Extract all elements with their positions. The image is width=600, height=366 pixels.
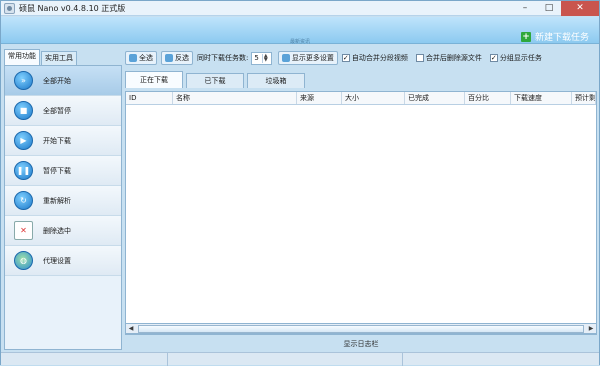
status-segment xyxy=(403,353,598,366)
select-all-icon xyxy=(129,54,137,62)
more-settings-button[interactable]: 显示更多设置 xyxy=(277,51,338,65)
sidebar-item-label: 全部开始 xyxy=(43,76,71,85)
concurrent-stepper[interactable]: 5 ▲ ▼ xyxy=(251,51,272,65)
column-header-id[interactable]: ID xyxy=(126,92,173,104)
sidebar-item-start-download[interactable]: ▶ 开始下载 xyxy=(5,126,121,156)
checkbox-checked-icon: ✓ xyxy=(489,53,498,62)
group-display-label: 分组显示任务 xyxy=(499,54,542,62)
sidebar-item-pause-download[interactable]: ❚❚ 暂停下载 xyxy=(5,156,121,186)
sidebar-item-reparse[interactable]: ↻ 重新解析 xyxy=(5,186,121,216)
sidebar: » 全部开始 ■ 全部暂停 ▶ 开始下载 ❚❚ 暂停下载 ↻ 重新解析 ✕ 删除… xyxy=(4,65,122,350)
horizontal-scrollbar[interactable]: ◀ ▶ xyxy=(125,323,597,334)
new-download-task-button[interactable]: + 新建下载任务 xyxy=(520,30,589,43)
title-bar: 硕鼠 Nano v0.4.8.10 正式版 – □ ✕ xyxy=(1,0,599,16)
select-all-label: 全选 xyxy=(139,54,153,62)
auto-merge-label: 自动合并分段视频 xyxy=(351,54,408,62)
select-all-button[interactable]: 全选 xyxy=(125,51,157,65)
sidebar-item-label: 暂停下载 xyxy=(43,166,71,175)
checkbox-unchecked-icon xyxy=(415,54,424,62)
scroll-right-icon[interactable]: ▶ xyxy=(586,324,596,333)
tab-common-functions[interactable]: 常用功能 xyxy=(4,49,40,65)
play-icon: ▶ xyxy=(14,131,33,150)
maximize-button[interactable]: □ xyxy=(537,1,561,16)
sidebar-item-pause-all[interactable]: ■ 全部暂停 xyxy=(5,96,121,126)
sidebar-item-label: 重新解析 xyxy=(43,196,71,205)
group-display-checkbox[interactable]: ✓ 分组显示任务 xyxy=(489,53,542,63)
close-button[interactable]: ✕ xyxy=(561,0,599,16)
window-title: 硕鼠 Nano v0.4.8.10 正式版 xyxy=(19,3,126,13)
stop-icon: ■ xyxy=(14,101,33,120)
sidebar-item-label: 代理设置 xyxy=(43,256,71,265)
stepper-arrows-icon[interactable]: ▲ ▼ xyxy=(261,53,269,63)
top-ribbon: 最新资讯 + 新建下载任务 xyxy=(1,17,599,45)
left-tabs: 常用功能 实用工具 xyxy=(4,49,122,65)
column-header-completed[interactable]: 已完成 xyxy=(405,92,465,104)
more-settings-label: 显示更多设置 xyxy=(291,54,334,62)
invert-icon xyxy=(165,54,173,62)
tab-downloaded[interactable]: 已下载 xyxy=(186,73,244,88)
app-window: 硕鼠 Nano v0.4.8.10 正式版 – □ ✕ 最新资讯 + 新建下载任… xyxy=(0,0,600,366)
scroll-left-icon[interactable]: ◀ xyxy=(126,324,136,333)
invert-selection-button[interactable]: 反选 xyxy=(161,51,193,65)
tab-tools[interactable]: 实用工具 xyxy=(41,51,77,65)
column-header-percent[interactable]: 百分比 xyxy=(465,92,511,104)
sidebar-item-proxy-settings[interactable]: ◍ 代理设置 xyxy=(5,246,121,276)
sidebar-item-label: 删除选中 xyxy=(43,226,71,235)
show-log-bar-button[interactable]: 显示日志栏 xyxy=(125,338,597,350)
table-header: ID 名称 来源 大小 已完成 百分比 下载速度 预计剩 xyxy=(126,92,596,105)
delete-doc-icon: ✕ xyxy=(14,221,33,240)
ribbon-news-label: 最新资讯 xyxy=(289,39,310,45)
new-task-label: 新建下载任务 xyxy=(534,33,589,43)
sidebar-item-label: 开始下载 xyxy=(43,136,71,145)
window-controls: – □ ✕ xyxy=(513,0,599,16)
sidebar-item-delete-selected[interactable]: ✕ 删除选中 xyxy=(5,216,121,246)
left-panel: 常用功能 实用工具 » 全部开始 ■ 全部暂停 ▶ 开始下载 ❚❚ 暂停下载 ↻ xyxy=(4,49,122,350)
settings-icon xyxy=(281,54,290,62)
column-header-size[interactable]: 大小 xyxy=(342,92,405,104)
globe-icon: ◍ xyxy=(14,251,33,270)
minimize-button[interactable]: – xyxy=(513,1,537,16)
delete-after-merge-label: 合并后删除源文件 xyxy=(425,54,482,62)
toolbar: 全选 反选 同时下载任务数: 5 ▲ ▼ 显示更多设置 ✓ 自动合并分段视频 合并… xyxy=(125,49,597,67)
column-header-source[interactable]: 来源 xyxy=(297,92,342,104)
refresh-icon: ↻ xyxy=(14,191,33,210)
sidebar-item-start-all[interactable]: » 全部开始 xyxy=(5,66,121,96)
download-tabs: 正在下载 已下载 垃圾箱 xyxy=(125,71,597,88)
pause-icon: ❚❚ xyxy=(14,161,33,180)
scroll-thumb[interactable] xyxy=(138,324,584,333)
auto-merge-checkbox[interactable]: ✓ 自动合并分段视频 xyxy=(341,53,408,63)
task-table: ID 名称 来源 大小 已完成 百分比 下载速度 预计剩 xyxy=(125,91,597,335)
concurrent-value: 5 xyxy=(254,54,259,62)
plus-icon: + xyxy=(520,31,531,42)
tab-trash[interactable]: 垃圾箱 xyxy=(247,73,305,88)
tab-downloading[interactable]: 正在下载 xyxy=(125,71,183,88)
app-logo-icon xyxy=(4,2,15,14)
delete-after-merge-checkbox[interactable]: 合并后删除源文件 xyxy=(415,53,482,63)
invert-label: 反选 xyxy=(175,54,189,62)
column-header-name[interactable]: 名称 xyxy=(173,92,297,104)
checkbox-checked-icon: ✓ xyxy=(341,53,350,62)
column-header-eta[interactable]: 预计剩 xyxy=(572,92,596,104)
status-bar xyxy=(1,352,599,366)
column-header-speed[interactable]: 下载速度 xyxy=(511,92,572,104)
status-segment xyxy=(1,353,168,366)
concurrent-label: 同时下载任务数: xyxy=(197,54,249,62)
sidebar-item-label: 全部暂停 xyxy=(43,106,71,115)
fast-forward-icon: » xyxy=(14,71,33,90)
status-segment xyxy=(168,353,403,366)
